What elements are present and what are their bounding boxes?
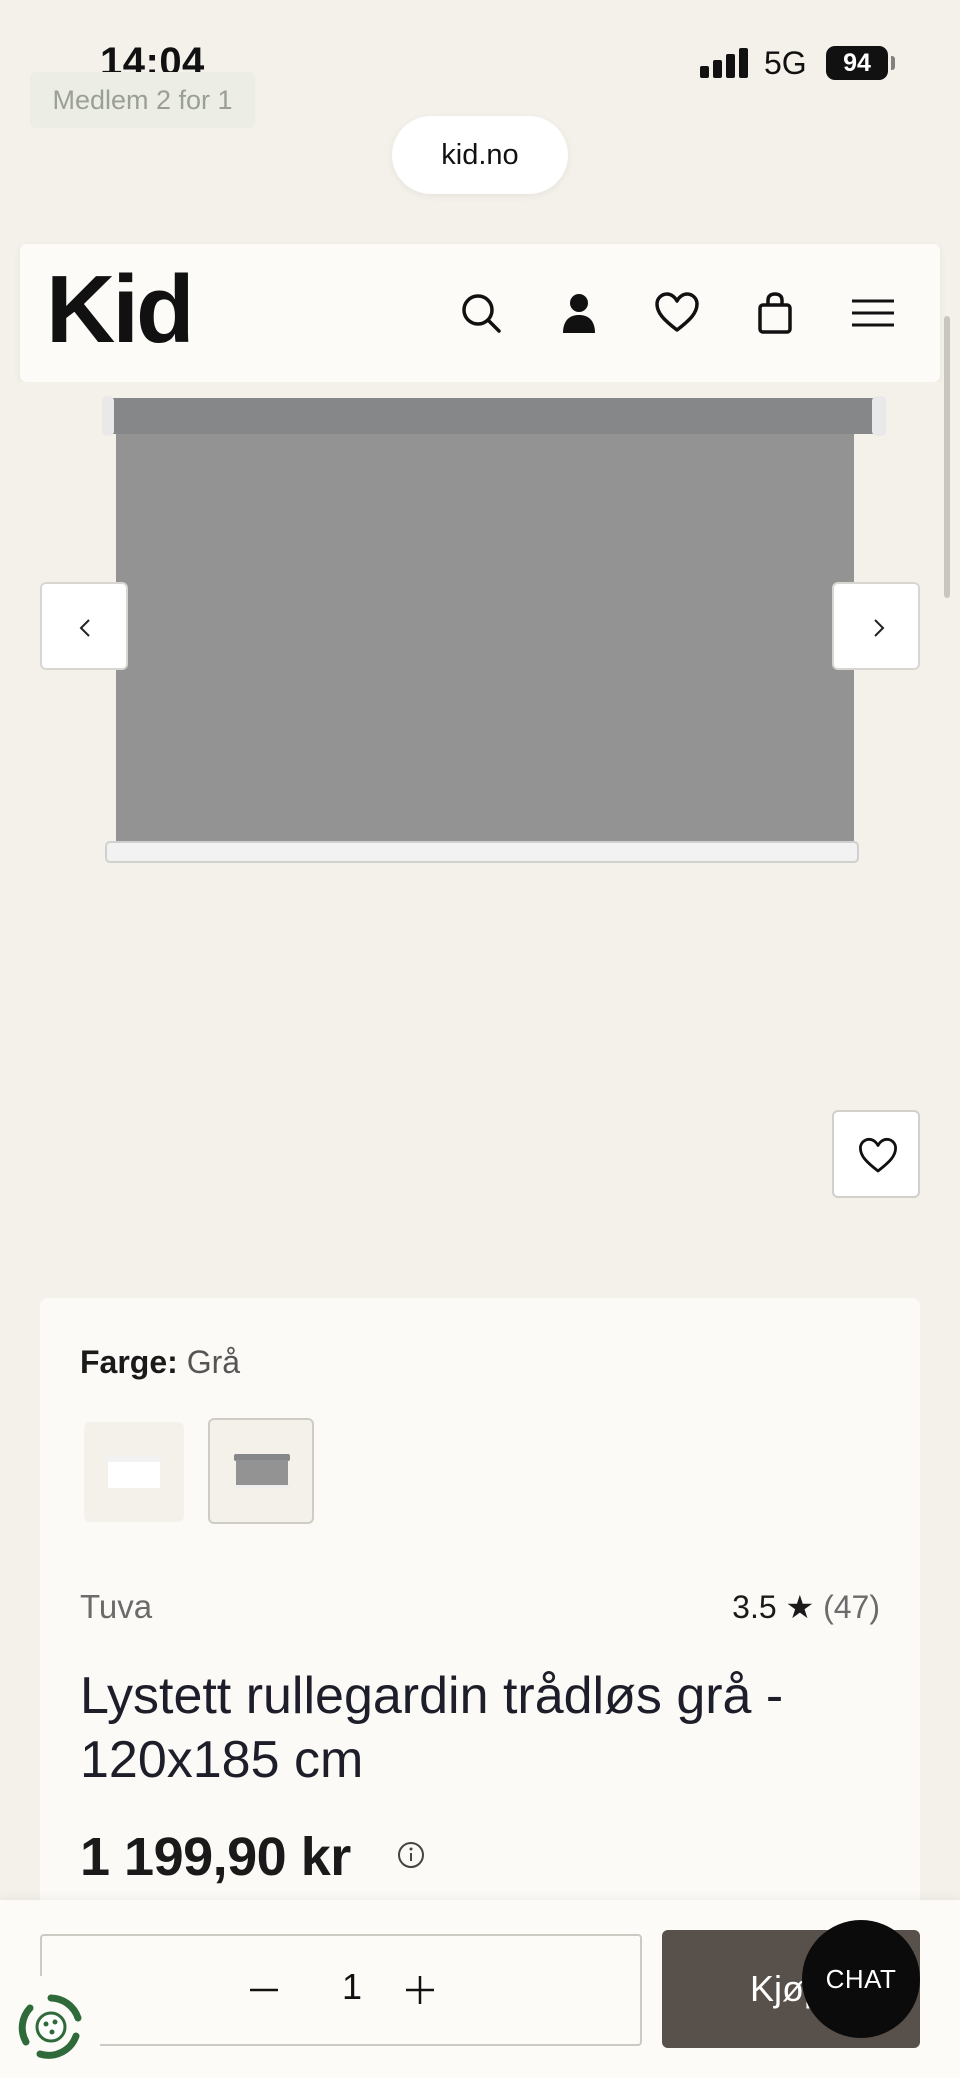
product-gallery[interactable]	[0, 382, 960, 1262]
site-header: Kid	[20, 244, 940, 382]
color-value: Grå	[186, 1344, 241, 1380]
swatch-white[interactable]	[84, 1422, 184, 1522]
product-price: 1 199,90 kr	[80, 1827, 351, 1887]
search-icon[interactable]	[456, 288, 506, 338]
chevron-right-icon	[874, 619, 885, 637]
star-icon: ★	[785, 1589, 815, 1625]
signal-icon	[700, 48, 752, 78]
chevron-left-icon	[79, 619, 90, 637]
bag-icon[interactable]	[750, 288, 800, 338]
battery-icon: 94	[826, 46, 888, 80]
url-pill[interactable]: kid.no	[392, 116, 568, 194]
info-icon[interactable]	[396, 1840, 426, 1870]
swatch-grey[interactable]	[208, 1418, 314, 1524]
product-title: Lystett rullegardin trådløs grå - 120x18…	[80, 1667, 784, 1789]
review-count: (47)	[823, 1589, 880, 1625]
heart-icon	[858, 1137, 898, 1173]
prev-image-button[interactable]	[40, 582, 128, 670]
rating-value: 3.5	[732, 1589, 777, 1625]
next-image-button[interactable]	[832, 582, 920, 670]
product-image	[102, 396, 886, 863]
color-label-key: Farge:	[80, 1344, 178, 1380]
add-to-favorites-button[interactable]	[832, 1110, 920, 1198]
quantity-value: 1	[341, 1966, 363, 2007]
scrollbar[interactable]	[944, 316, 950, 598]
recycle-icon	[18, 1994, 82, 2059]
chat-button[interactable]: CHAT	[802, 1920, 920, 2038]
heart-icon[interactable]	[652, 288, 702, 338]
brand-name[interactable]: Tuva	[80, 1588, 152, 1626]
white-blind-thumbnail	[106, 1456, 162, 1488]
battery-tip	[891, 56, 895, 70]
site-logo[interactable]: Kid	[46, 262, 195, 358]
plus-icon[interactable]	[400, 1970, 440, 2010]
recycle-badge[interactable]	[0, 1976, 100, 2078]
grey-blind-thumbnail	[234, 1454, 290, 1488]
minus-icon[interactable]	[244, 1970, 284, 2010]
quantity-stepper[interactable]: 1	[40, 1934, 642, 2046]
color-label: Farge: Grå	[80, 1344, 240, 1381]
user-icon[interactable]	[554, 288, 604, 338]
promo-chip[interactable]: Medlem 2 for 1	[30, 72, 255, 128]
network-type: 5G	[764, 45, 807, 81]
rating[interactable]: 3.5 ★ (47)	[732, 1588, 880, 1626]
menu-icon[interactable]	[848, 288, 898, 338]
